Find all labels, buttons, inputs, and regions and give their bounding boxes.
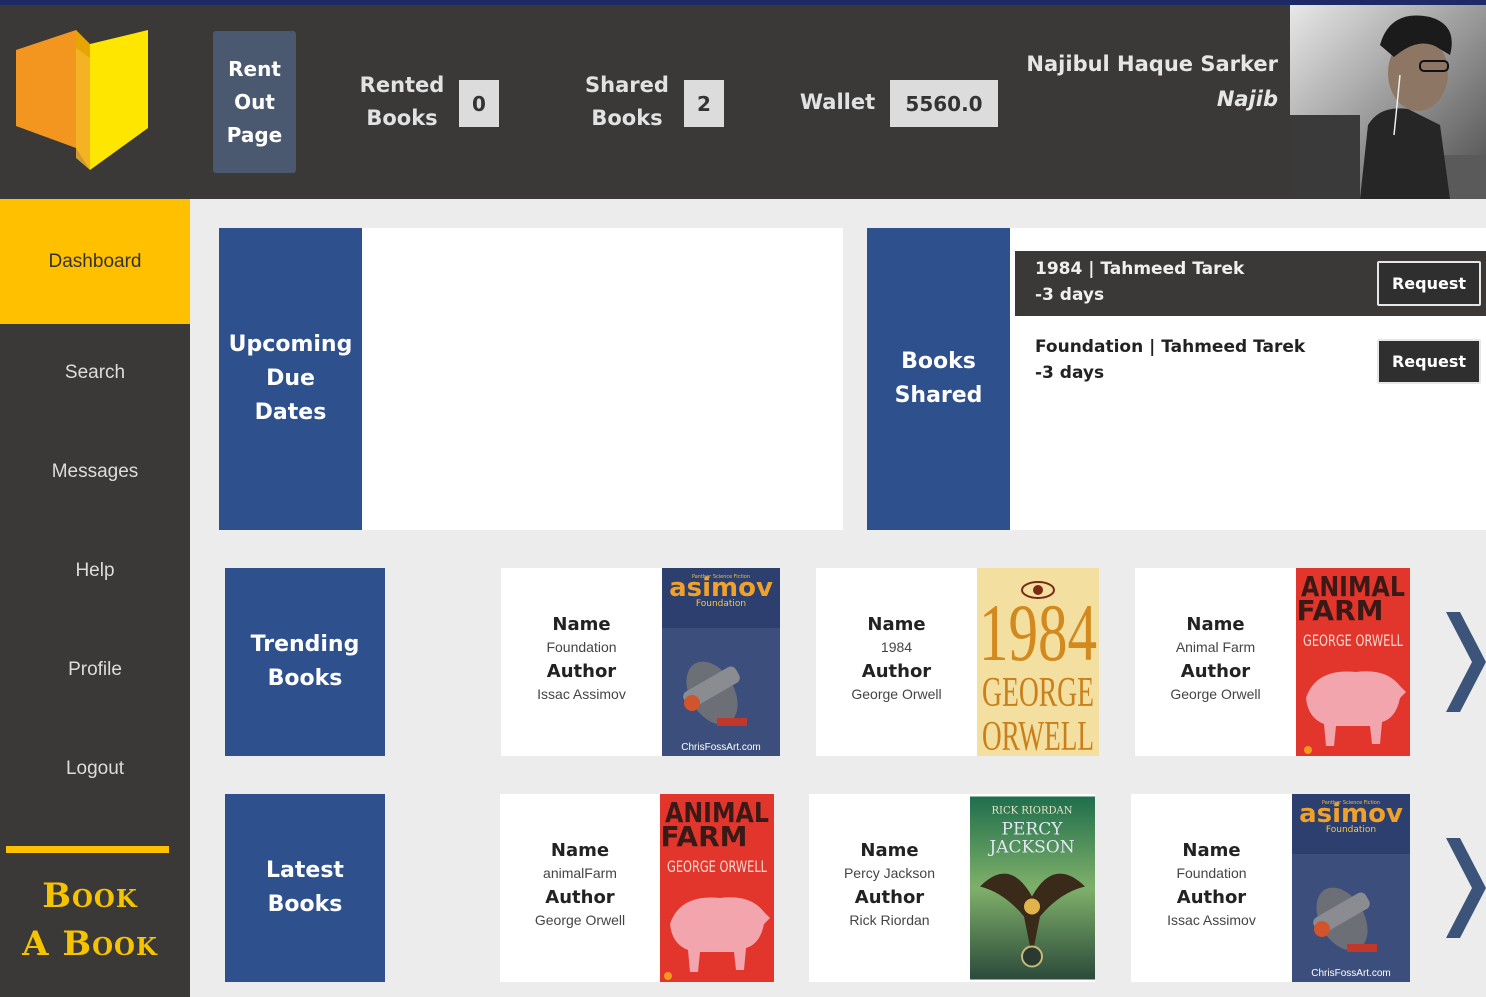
book-card[interactable]: Name Animal Farm Author George Orwell AN…	[1135, 568, 1410, 756]
book-author: Rick Riordan	[849, 912, 930, 928]
svg-text:GEORGE: GEORGE	[982, 670, 1094, 716]
book-author: George Orwell	[1170, 686, 1261, 702]
svg-text:RICK RIORDAN: RICK RIORDAN	[992, 806, 1073, 817]
svg-text:PERCY: PERCY	[1002, 820, 1064, 840]
book-name: Percy Jackson	[843, 865, 936, 881]
book-card[interactable]: Name Foundation Author Issac Assimov Pan…	[1131, 794, 1410, 982]
book-cover-animal-farm: ANIMAL FARM GEORGE ORWELL	[660, 794, 774, 982]
upcoming-due-dates-panel	[362, 228, 843, 530]
request-button[interactable]: Request	[1377, 339, 1481, 384]
book-cover-animal-farm: ANIMAL FARM GEORGE ORWELL	[1296, 568, 1410, 756]
book-cover-1984: 1984 GEORGE ORWELL	[977, 568, 1099, 756]
svg-text:GEORGE ORWELL: GEORGE ORWELL	[667, 857, 767, 876]
shared-book-title: Foundation | Tahmeed Tarek	[1035, 337, 1306, 357]
book-card[interactable]: Name Foundation Author Issac Assimov Pan…	[501, 568, 780, 756]
next-chevron-icon[interactable]	[1446, 838, 1486, 938]
sidebar-item-dashboard[interactable]: Dashboard	[0, 199, 190, 324]
svg-text:ChrisFossArt.com: ChrisFossArt.com	[1311, 968, 1390, 979]
shared-book-row: 1984 | Tahmeed Tarek -3 days Request	[1015, 251, 1486, 316]
latest-books-label: Latest Books	[225, 794, 385, 982]
svg-text:FARM: FARM	[660, 820, 747, 853]
sidebar-item-search[interactable]: Search	[0, 362, 190, 384]
book-name: 1984	[880, 639, 913, 655]
svg-text:Foundation: Foundation	[696, 599, 746, 609]
book-author: Issac Assimov	[1167, 912, 1256, 928]
book-info: Name Percy Jackson Author Rick Riordan	[809, 794, 970, 982]
book-card[interactable]: Name animalFarm Author George Orwell ANI…	[500, 794, 774, 982]
user-nickname: Najib	[1216, 87, 1278, 111]
shared-books-label: Shared Books	[585, 73, 669, 130]
rented-books-count: 0	[459, 80, 499, 127]
avatar[interactable]	[1290, 5, 1486, 199]
request-button[interactable]: Request	[1377, 261, 1481, 306]
book-info: Name 1984 Author George Orwell	[816, 568, 977, 756]
book-cover-foundation: Panther Science Fiction asimov Foundatio…	[662, 568, 780, 756]
svg-text:JACKSON: JACKSON	[987, 838, 1074, 858]
book-name: Foundation	[1176, 865, 1247, 881]
sidebar-item-profile[interactable]: Profile	[0, 659, 190, 681]
user-full-name: Najibul Haque Sarker	[1026, 52, 1278, 76]
book-info: Name Animal Farm Author George Orwell	[1135, 568, 1296, 756]
book-info: Name Foundation Author Issac Assimov	[1131, 794, 1292, 982]
wallet-balance: 5560.0	[890, 80, 998, 127]
upcoming-due-dates-label: Upcoming Due Dates	[219, 228, 362, 530]
rented-books-label: Rented Books	[359, 73, 445, 130]
shared-book-row: Foundation | Tahmeed Tarek -3 days Reque…	[1015, 329, 1486, 394]
rent-out-page-button[interactable]: Rent Out Page	[213, 31, 296, 173]
shared-book-days: -3 days	[1035, 363, 1105, 383]
book-name: animalFarm	[543, 865, 617, 881]
next-chevron-icon[interactable]	[1446, 612, 1486, 712]
sidebar-item-help[interactable]: Help	[0, 560, 190, 582]
shared-books-count: 2	[684, 80, 724, 127]
book-logo-icon	[16, 30, 148, 170]
svg-text:ORWELL: ORWELL	[982, 714, 1094, 756]
svg-text:GEORGE ORWELL: GEORGE ORWELL	[1303, 631, 1403, 650]
book-author: Issac Assimov	[537, 686, 626, 702]
trending-books-label: Trending Books	[225, 568, 385, 756]
book-name: Foundation	[546, 639, 617, 655]
svg-text:FARM: FARM	[1296, 594, 1383, 627]
book-card[interactable]: Name Percy Jackson Author Rick Riordan R…	[809, 794, 1095, 982]
wallet-label: Wallet	[799, 90, 876, 114]
sidebar-item-logout[interactable]: Logout	[0, 758, 190, 780]
book-cover-foundation: Panther Science Fiction asimov Foundatio…	[1292, 794, 1410, 982]
book-name: Animal Farm	[1175, 639, 1256, 655]
svg-text:1984: 1984	[979, 587, 1097, 678]
shared-book-days: -3 days	[1035, 285, 1105, 305]
sidebar-item-messages[interactable]: Messages	[0, 461, 190, 483]
book-info: Name Foundation Author Issac Assimov	[501, 568, 662, 756]
book-card[interactable]: Name 1984 Author George Orwell 1984 GEOR…	[816, 568, 1099, 756]
book-author: George Orwell	[534, 912, 626, 928]
svg-text:Foundation: Foundation	[1326, 825, 1376, 835]
book-author: George Orwell	[851, 686, 942, 702]
book-info: Name animalFarm Author George Orwell	[500, 794, 660, 982]
shared-book-title: 1984 | Tahmeed Tarek	[1035, 259, 1245, 279]
svg-text:ChrisFossArt.com: ChrisFossArt.com	[681, 742, 760, 753]
user-photo	[1290, 5, 1486, 199]
book-cover-percy-jackson: RICK RIORDAN PERCY JACKSON	[970, 796, 1095, 980]
brand-divider	[6, 846, 169, 853]
books-shared-label: Books Shared	[867, 228, 1010, 530]
brand-wordmark: Book A Book	[22, 876, 158, 964]
